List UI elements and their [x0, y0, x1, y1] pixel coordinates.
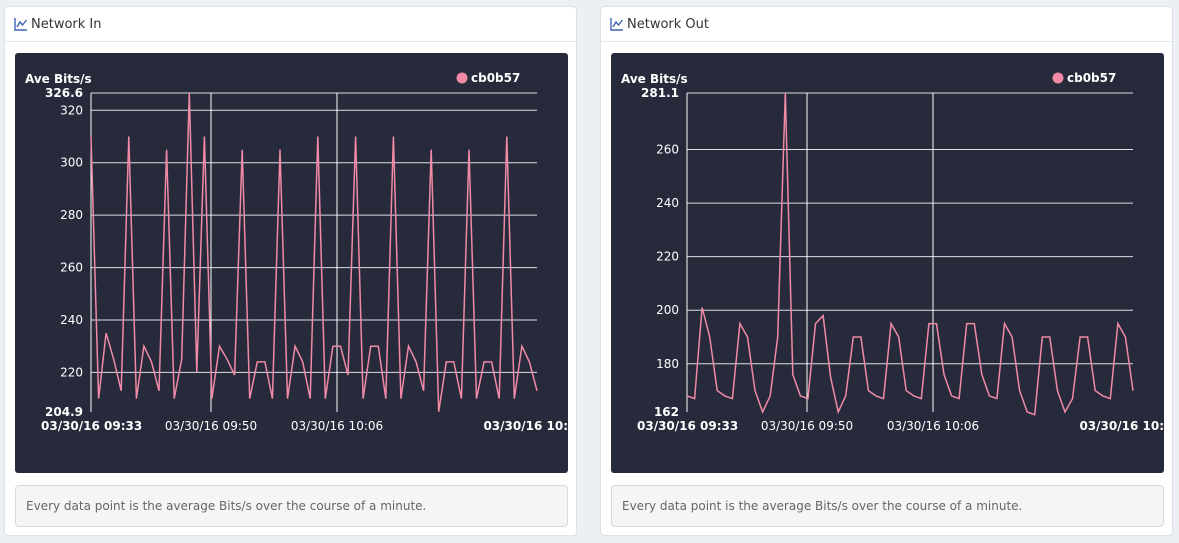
x-tick-label: 03/30/16 10:	[1079, 419, 1164, 433]
network-in-chart: 320 300 280 260 240 220 326.6 204.9 Ave Bits/s 03…	[15, 53, 568, 473]
x-tick-label: 03/30/16 10:06	[291, 419, 383, 433]
x-tick-label: 03/30/16 09:50	[761, 419, 853, 433]
y-tick-label: 240	[60, 313, 83, 327]
network-out-chart: 260 240 220 200 180 281.1 162 Ave Bits/s 03/30/1…	[611, 53, 1164, 473]
x-tick-label: 03/30/16 10:06	[887, 419, 979, 433]
panel-title: Network Out	[627, 16, 709, 32]
y-min-label: 162	[654, 405, 679, 419]
y-tick-label: 260	[60, 261, 83, 275]
x-tick-label: 03/30/16 09:33	[41, 419, 142, 433]
y-tick-label: 240	[656, 196, 679, 210]
chart-svg: 320 300 280 260 240 220 326.6 204.9 Ave Bits/s 03…	[25, 71, 568, 433]
y-axis-title: Ave Bits/s	[25, 72, 92, 86]
series-line-cb0b57	[686, 92, 1134, 416]
line-chart-icon	[14, 18, 28, 31]
y-tick-label: 300	[60, 156, 83, 170]
legend-marker	[456, 72, 468, 84]
panel-header: Network Out	[601, 7, 1172, 42]
y-axis-title: Ave Bits/s	[621, 72, 688, 86]
network-in-panel: Network In 320 300 280 260 240 220 326.6 204.9 A…	[4, 6, 577, 536]
chart-svg: 260 240 220 200 180 281.1 162 Ave Bits/s 03/30/1…	[621, 71, 1164, 433]
y-tick-label: 260	[656, 143, 679, 157]
y-max-label: 281.1	[641, 86, 679, 100]
y-tick-label: 200	[656, 303, 679, 317]
network-out-panel: Network Out 260 240 220 200 180 281.1 162 Ave B…	[600, 6, 1173, 536]
legend-marker	[1052, 72, 1064, 84]
y-max-label: 326.6	[45, 86, 83, 100]
series-line-cb0b57	[90, 92, 538, 412]
y-tick-label: 320	[60, 103, 83, 117]
y-min-label: 204.9	[45, 405, 83, 419]
y-tick-label: 180	[656, 357, 679, 371]
chart-note: Every data point is the average Bits/s o…	[15, 485, 568, 527]
x-tick-label: 03/30/16 09:33	[637, 419, 738, 433]
chart-note: Every data point is the average Bits/s o…	[611, 485, 1164, 527]
y-tick-label: 280	[60, 208, 83, 222]
panel-title: Network In	[31, 16, 102, 32]
panel-header: Network In	[5, 7, 576, 42]
x-tick-label: 03/30/16 09:50	[165, 419, 257, 433]
x-tick-label: 03/30/16 10:	[483, 419, 568, 433]
legend-label: cb0b57	[1067, 71, 1116, 85]
y-tick-label: 220	[656, 250, 679, 264]
legend-label: cb0b57	[471, 71, 520, 85]
y-tick-label: 220	[60, 365, 83, 379]
line-chart-icon	[610, 18, 624, 31]
